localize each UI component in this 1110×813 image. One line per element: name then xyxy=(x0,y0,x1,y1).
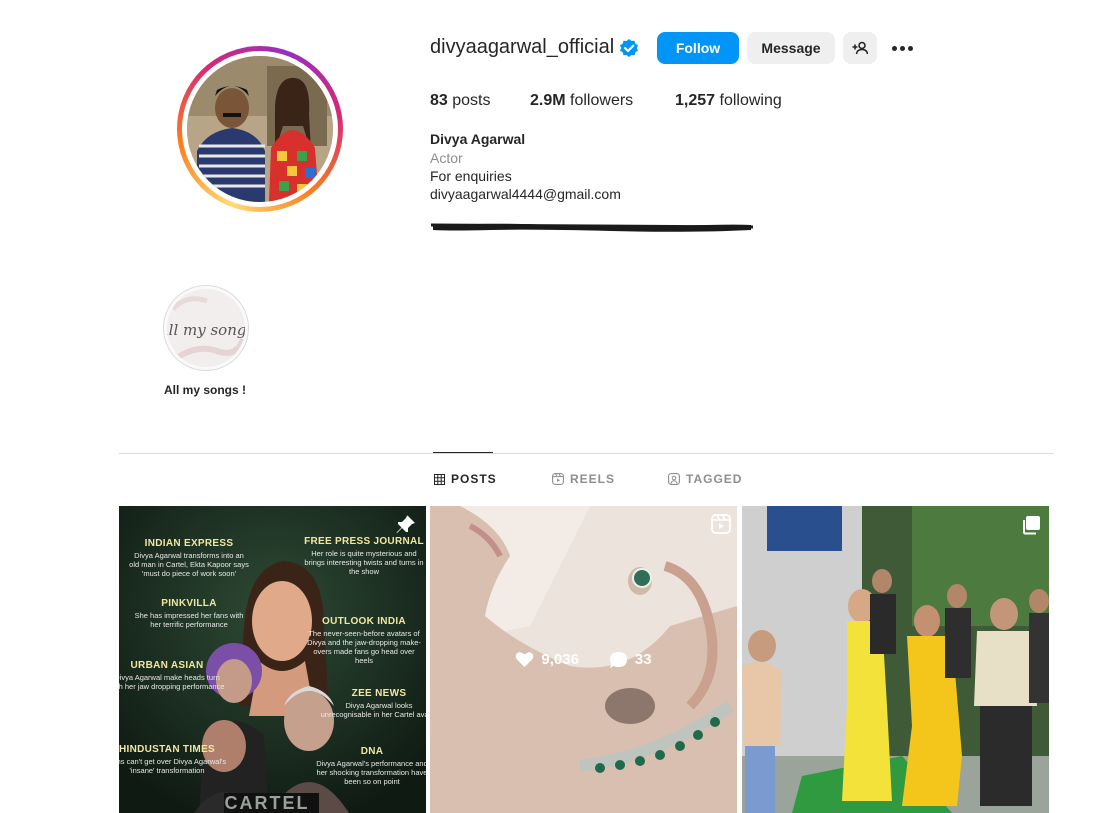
press-quote: Her role is quite mysterious and brings … xyxy=(304,549,424,576)
posts-count-label: posts xyxy=(452,92,491,109)
press-column-left: HINDUSTAN TIMES Fans can't get over Divy… xyxy=(119,744,227,775)
post-title-text: CARTEL xyxy=(224,793,310,813)
followers-count-label: followers xyxy=(570,92,634,109)
post-image xyxy=(742,506,1049,813)
press-quote: Divya Agarwal's performance and her shoc… xyxy=(316,759,426,786)
avatar-image xyxy=(187,56,333,202)
verified-badge-icon xyxy=(620,39,638,57)
press-headline: URBAN ASIAN xyxy=(130,660,204,671)
story-highlight[interactable]: All my songs xyxy=(163,285,249,371)
comments-stat: 33 xyxy=(609,651,652,669)
bio-full-name: Divya Agarwal xyxy=(430,131,526,147)
suggest-similar-button[interactable] xyxy=(843,32,877,64)
following-count-label: following xyxy=(719,92,782,109)
likes-stat: 9,036 xyxy=(515,651,579,668)
posts-count-value: 83 xyxy=(430,92,448,109)
highlight-cover-text: All my songs xyxy=(167,321,245,339)
press-column-left: PINKVILLA She has impressed her fans wit… xyxy=(129,598,249,629)
more-options-icon[interactable] xyxy=(889,38,915,58)
tab-tagged[interactable]: TAGGED xyxy=(668,472,742,486)
press-column-right: OUTLOOK INDIA The never-seen-before avat… xyxy=(304,616,424,665)
posts-count: 83 posts xyxy=(430,92,491,110)
add-person-icon xyxy=(852,41,868,55)
tagged-icon xyxy=(668,473,680,485)
press-column-left: URBAN ASIAN Divya Agarwal make heads tur… xyxy=(119,660,227,691)
followers-count[interactable]: 2.9M followers xyxy=(530,92,633,110)
press-headline: FREE PRESS JOURNAL xyxy=(304,536,424,547)
carousel-icon xyxy=(1023,516,1040,535)
comments-count: 33 xyxy=(634,651,652,668)
post-tile[interactable]: 9,036 33 xyxy=(430,506,737,813)
bio-text-line: For enquiries xyxy=(430,168,512,184)
highlight-label: All my songs ! xyxy=(163,383,246,397)
profile-avatar[interactable] xyxy=(177,46,343,212)
press-headline: ZEE NEWS xyxy=(351,688,407,699)
grid-icon xyxy=(434,473,445,485)
likes-count: 9,036 xyxy=(541,651,579,668)
press-headline: HINDUSTAN TIMES xyxy=(119,744,215,755)
followers-count-value: 2.9M xyxy=(530,92,566,109)
tabs-divider xyxy=(119,453,1054,454)
reels-icon xyxy=(552,473,564,485)
press-quote: Divya Agarwal transforms into an old man… xyxy=(129,551,249,578)
post-tile[interactable]: INDIAN EXPRESS Divya Agarwal transforms … xyxy=(119,506,426,813)
follow-button[interactable]: Follow xyxy=(657,32,739,64)
tab-tagged-label: TAGGED xyxy=(686,472,743,486)
press-quote: The never-seen-before avatars of Divya a… xyxy=(307,629,421,665)
post-tile[interactable] xyxy=(742,506,1049,813)
avatar-photo xyxy=(187,56,333,202)
highlight-cover: All my songs xyxy=(167,289,245,367)
comment-icon xyxy=(609,651,627,668)
post-hover-stats: 9,036 33 xyxy=(430,506,737,813)
bio-category: Actor xyxy=(430,150,463,166)
press-quote: Divya Agarwal make heads turn with her j… xyxy=(119,673,225,691)
press-quote: She has impressed her fans with her terr… xyxy=(134,611,244,629)
tab-reels-label: REELS xyxy=(570,472,616,486)
following-count-value: 1,257 xyxy=(675,92,716,109)
press-column-right: FREE PRESS JOURNAL Her role is quite mys… xyxy=(304,536,424,576)
press-column-right: ZEE NEWS Divya Agarwal looks unrecognisa… xyxy=(319,688,426,719)
pin-icon xyxy=(396,515,415,533)
bio-email: divyaagarwal4444@gmail.com xyxy=(430,186,621,202)
press-column-right: DNA Divya Agarwal's performance and her … xyxy=(312,746,426,786)
heart-icon xyxy=(516,652,534,667)
reels-icon xyxy=(711,514,731,534)
avatar-border xyxy=(182,51,338,207)
press-quote: Fans can't get over Divya Agarwal's 'ins… xyxy=(119,757,227,775)
press-column-left: INDIAN EXPRESS Divya Agarwal transforms … xyxy=(129,538,249,578)
press-headline: INDIAN EXPRESS xyxy=(144,538,234,549)
press-headline: PINKVILLA xyxy=(161,598,217,609)
highlight-cover-art: All my songs xyxy=(167,289,245,367)
press-headline: DNA xyxy=(360,746,384,757)
tab-posts[interactable]: POSTS xyxy=(434,472,497,486)
press-headline: OUTLOOK INDIA xyxy=(322,616,406,627)
message-button[interactable]: Message xyxy=(747,32,835,64)
active-tab-indicator xyxy=(433,452,493,453)
tab-reels[interactable]: REELS xyxy=(552,472,615,486)
tab-posts-label: POSTS xyxy=(451,472,497,486)
profile-username: divyaagarwal_official xyxy=(430,36,615,58)
press-quote: Divya Agarwal looks unrecognisable in he… xyxy=(320,701,426,719)
redacted-link-scribble xyxy=(431,223,753,232)
following-count[interactable]: 1,257 following xyxy=(675,92,782,110)
